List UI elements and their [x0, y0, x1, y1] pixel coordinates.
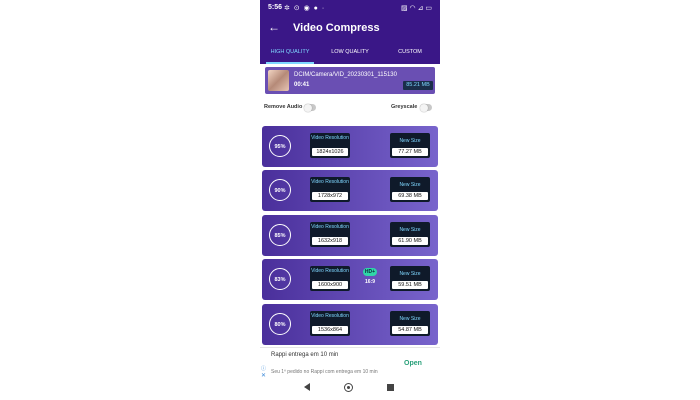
- nav-home-icon[interactable]: [344, 383, 353, 392]
- new-size-box: New Size 61.90 MB: [390, 222, 430, 247]
- greyscale-toggle[interactable]: [420, 103, 432, 112]
- selected-video-card[interactable]: DCIM/Camera/VID_20230301_115130 00:41 85…: [265, 67, 435, 94]
- quality-option-card[interactable]: 83% Video Resolution 1600x900 HD+ 16:9 N…: [262, 259, 438, 300]
- status-bar: 5:56 ✲ ⊙ ◉ ● · ▨ ◠ ⊿ ▭: [260, 0, 440, 18]
- system-nav-bar: [260, 379, 440, 400]
- quality-option-card[interactable]: 95% Video Resolution 1824x1026 New Size …: [262, 126, 438, 167]
- resolution-value: 1536x864: [312, 326, 348, 334]
- tab-custom[interactable]: CUSTOM: [380, 40, 440, 64]
- video-size: 85.21 MB: [403, 81, 433, 90]
- system-status-icons: ▨ ◠ ⊿ ▭: [400, 5, 432, 12]
- ad-close-icon[interactable]: ✕: [261, 372, 266, 379]
- phone-screen: 5:56 ✲ ⊙ ◉ ● · ▨ ◠ ⊿ ▭ ← Video Compress …: [260, 0, 440, 400]
- nav-recents-icon[interactable]: [387, 384, 394, 391]
- ad-info-icon[interactable]: ⓘ: [261, 365, 266, 372]
- ad-banner[interactable]: Rappi entrega em 10 min Seu 1º pedido no…: [260, 347, 440, 380]
- video-duration: 00:41: [294, 82, 310, 88]
- new-size-label: New Size: [399, 316, 421, 322]
- ad-open-button[interactable]: Open: [404, 360, 422, 367]
- resolution-label: Video Resolution: [311, 179, 349, 185]
- new-size-label: New Size: [399, 182, 421, 188]
- new-size-label: New Size: [399, 138, 421, 144]
- quality-option-card[interactable]: 85% Video Resolution 1632x918 New Size 6…: [262, 215, 438, 256]
- quality-tabs: HIGH QUALITY LOW QUALITY CUSTOM: [260, 40, 440, 64]
- resolution-box: Video Resolution 1600x900: [310, 266, 350, 291]
- resolution-value: 1600x900: [312, 281, 348, 289]
- toggle-knob: [304, 103, 312, 112]
- new-size-value: 54.87 MB: [392, 326, 428, 334]
- status-time: 5:56: [268, 4, 283, 11]
- ad-subtitle: Seu 1º pedido no Rappi com entrega em 10…: [271, 369, 378, 375]
- percent-circle: 90%: [269, 179, 291, 201]
- hd-plus-badge: HD+: [363, 268, 377, 276]
- percent-circle: 95%: [269, 135, 291, 157]
- new-size-value: 77.27 MB: [392, 148, 428, 156]
- percent-circle: 80%: [269, 313, 291, 335]
- new-size-box: New Size 59.51 MB: [390, 266, 430, 291]
- resolution-label: Video Resolution: [311, 313, 349, 319]
- back-arrow-icon[interactable]: ←: [268, 20, 280, 34]
- resolution-box: Video Resolution 1824x1026: [310, 133, 350, 158]
- new-size-value: 69.38 MB: [392, 192, 428, 200]
- new-size-box: New Size 69.38 MB: [390, 177, 430, 202]
- percent-circle: 85%: [269, 224, 291, 246]
- new-size-value: 59.51 MB: [392, 281, 428, 289]
- resolution-box: Video Resolution 1728x972: [310, 177, 350, 202]
- page-title: Video Compress: [293, 22, 380, 34]
- video-path: DCIM/Camera/VID_20230301_115130: [294, 72, 397, 78]
- new-size-label: New Size: [399, 271, 421, 277]
- resolution-value: 1824x1026: [312, 148, 348, 156]
- nav-back-icon[interactable]: [304, 383, 310, 391]
- new-size-value: 61.90 MB: [392, 237, 428, 245]
- ad-title: Rappi entrega em 10 min: [271, 352, 339, 358]
- quality-option-card[interactable]: 80% Video Resolution 1536x864 New Size 5…: [262, 304, 438, 345]
- new-size-box: New Size 54.87 MB: [390, 311, 430, 336]
- tab-high-quality[interactable]: HIGH QUALITY: [260, 40, 320, 64]
- quality-option-card[interactable]: 90% Video Resolution 1728x972 New Size 6…: [262, 170, 438, 211]
- resolution-label: Video Resolution: [311, 135, 349, 141]
- resolution-value: 1728x972: [312, 192, 348, 200]
- remove-audio-label: Remove Audio: [264, 104, 303, 110]
- remove-audio-toggle[interactable]: [304, 103, 316, 112]
- resolution-label: Video Resolution: [311, 268, 349, 274]
- resolution-box: Video Resolution 1632x918: [310, 222, 350, 247]
- greyscale-label: Greyscale: [391, 104, 418, 110]
- aspect-ratio-label: 16:9: [364, 279, 375, 285]
- video-thumbnail: [268, 70, 289, 91]
- percent-circle: 83%: [269, 268, 291, 290]
- tab-low-quality[interactable]: LOW QUALITY: [320, 40, 380, 64]
- resolution-box: Video Resolution 1536x864: [310, 311, 350, 336]
- new-size-box: New Size 77.27 MB: [390, 133, 430, 158]
- resolution-value: 1632x918: [312, 237, 348, 245]
- toggle-knob: [420, 103, 428, 112]
- notification-icons: ✲ ⊙ ◉ ● ·: [284, 5, 326, 12]
- app-bar: ← Video Compress: [260, 18, 440, 40]
- resolution-label: Video Resolution: [311, 224, 349, 230]
- new-size-label: New Size: [399, 227, 421, 233]
